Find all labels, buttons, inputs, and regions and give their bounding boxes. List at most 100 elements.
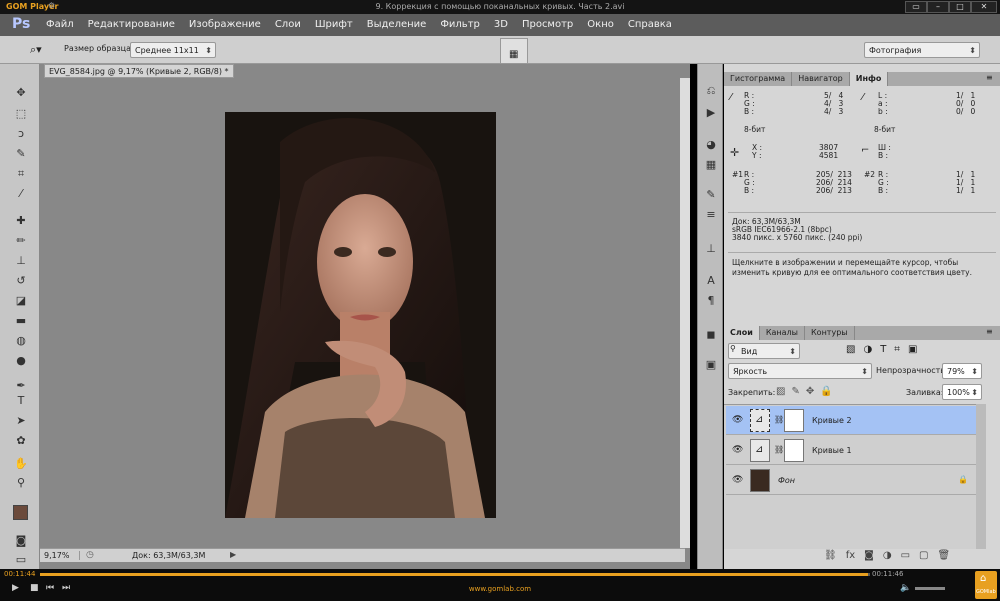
filter-smart-icon[interactable]: ▣ xyxy=(908,344,917,355)
tab-navigator[interactable]: Навигатор xyxy=(792,72,850,86)
eyedropper-preset-icon[interactable]: ⌕▾ xyxy=(30,43,42,57)
gomlab-url[interactable]: www.gomlab.com xyxy=(0,585,1000,593)
layer-mask-thumb[interactable] xyxy=(784,439,804,462)
marquee-tool-icon[interactable]: ⬚ xyxy=(13,107,29,121)
layer-filter-select[interactable]: Вид xyxy=(728,343,800,359)
menu-type[interactable]: Шрифт xyxy=(315,19,353,30)
delete-layer-icon[interactable]: 🗑 xyxy=(938,550,951,561)
volume-slider[interactable] xyxy=(915,587,945,590)
actions-panel-icon[interactable]: ▶ xyxy=(703,106,719,120)
gradient-tool-icon[interactable]: ▬ xyxy=(13,314,29,328)
layer-mask-thumb[interactable] xyxy=(784,409,804,432)
menu-file[interactable]: Файл xyxy=(46,19,74,30)
visibility-eye-icon[interactable]: 👁 xyxy=(732,445,743,455)
volume-icon[interactable]: 🔈 xyxy=(900,583,911,593)
visibility-eye-icon[interactable]: 👁 xyxy=(732,475,743,485)
sample-size-select[interactable]: Среднее 11х11 xyxy=(130,42,216,58)
history-panel-icon[interactable]: ⎌ xyxy=(703,84,719,98)
new-layer-icon[interactable]: ▢ xyxy=(919,550,928,561)
brush-tool-icon[interactable]: ✏ xyxy=(13,234,29,248)
menu-layers[interactable]: Слои xyxy=(275,19,301,30)
hand-tool-icon[interactable]: ✋ xyxy=(13,457,29,471)
adjustments-panel-icon[interactable]: ≡ xyxy=(703,208,719,222)
path-select-tool-icon[interactable]: ➤ xyxy=(13,414,29,428)
layer-row[interactable]: 👁 ⊿ ⛓ Кривые 2 xyxy=(726,406,976,435)
filter-shape-icon[interactable]: ⌗ xyxy=(894,344,900,355)
menu-window[interactable]: Окно xyxy=(587,19,614,30)
lock-all-icon[interactable]: 🔒 xyxy=(820,386,832,397)
dodge-tool-icon[interactable]: ● xyxy=(13,354,29,368)
quick-select-tool-icon[interactable]: ✎ xyxy=(13,147,29,161)
swatches-panel-icon[interactable]: ▦ xyxy=(703,158,719,172)
lock-transparent-icon[interactable]: ▨ xyxy=(776,386,785,397)
menu-select[interactable]: Выделение xyxy=(367,19,427,30)
color-panel-icon[interactable]: ◕ xyxy=(703,138,719,152)
adjustment-layer-icon[interactable]: ◑ xyxy=(883,550,892,561)
zoom-tool-icon[interactable]: ⚲ xyxy=(13,476,29,490)
menu-image[interactable]: Изображение xyxy=(189,19,261,30)
document-tab[interactable]: EVG_8584.jpg @ 9,17% (Кривые 2, RGB/8) * xyxy=(44,64,234,78)
minimize-button[interactable]: – xyxy=(927,1,949,13)
layer-name[interactable]: Фон xyxy=(778,476,795,485)
maximize-button[interactable]: □ xyxy=(949,1,971,13)
history-brush-icon[interactable]: ↺ xyxy=(13,274,29,288)
filter-type-icon[interactable]: T xyxy=(880,344,886,355)
workspace-select[interactable]: Фотография xyxy=(864,42,980,58)
opacity-input[interactable]: 79% xyxy=(942,363,982,379)
brush-presets-icon[interactable]: ✎ xyxy=(703,188,719,202)
pen-tool-icon[interactable]: ✒ xyxy=(13,379,29,393)
status-options-icon[interactable]: ◷ xyxy=(86,550,94,560)
visibility-eye-icon[interactable]: 👁 xyxy=(732,415,743,425)
layers-scrollbar[interactable] xyxy=(976,404,986,549)
close-button[interactable]: ✕ xyxy=(971,1,997,13)
gomlab-home-button[interactable]: ⌂ GOMlab xyxy=(975,571,997,599)
zoom-level[interactable]: 9,17% xyxy=(44,551,80,560)
pin-button[interactable]: ▭ xyxy=(905,1,927,13)
clone-source-icon[interactable]: ⊥ xyxy=(703,242,719,256)
menu-3d[interactable]: 3D xyxy=(494,19,508,30)
blend-mode-select[interactable]: Яркость xyxy=(728,363,872,379)
menu-help[interactable]: Справка xyxy=(628,19,672,30)
document-vertical-scrollbar[interactable] xyxy=(680,78,690,548)
filter-pixel-icon[interactable]: ▧ xyxy=(846,344,855,355)
tab-layers[interactable]: Слои xyxy=(724,326,760,340)
foreground-color-swatch[interactable] xyxy=(13,505,28,520)
fx-icon[interactable]: fx xyxy=(846,550,855,561)
layers-panel-menu-icon[interactable]: ≡ xyxy=(986,327,993,336)
lock-pixels-icon[interactable]: ✎ xyxy=(791,386,799,397)
new-group-icon[interactable]: ▭ xyxy=(901,550,910,561)
notes-panel-icon[interactable]: ▣ xyxy=(703,358,719,372)
tab-paths[interactable]: Контуры xyxy=(805,326,855,340)
quick-mask-icon[interactable]: ◙ xyxy=(13,534,29,548)
paragraph-panel-icon[interactable]: ¶ xyxy=(703,294,719,308)
character-panel-icon[interactable]: A xyxy=(703,274,719,288)
tab-info[interactable]: Инфо xyxy=(849,72,889,86)
mini-panel[interactable]: ▦ xyxy=(500,38,528,64)
seek-bar[interactable] xyxy=(40,573,870,576)
fill-input[interactable]: 100% xyxy=(942,384,982,400)
tab-channels[interactable]: Каналы xyxy=(760,326,805,340)
image-canvas[interactable] xyxy=(225,112,496,518)
status-menu-arrow-icon[interactable]: ▶ xyxy=(230,550,236,559)
menu-edit[interactable]: Редактирование xyxy=(88,19,175,30)
layer-row[interactable]: 👁 ⊿ ⛓ Кривые 1 xyxy=(726,436,976,465)
layer-row[interactable]: 👁 Фон 🔒 xyxy=(726,466,976,495)
menu-view[interactable]: Просмотр xyxy=(522,19,573,30)
properties-panel-icon[interactable]: ◼ xyxy=(703,328,719,342)
layer-name[interactable]: Кривые 2 xyxy=(812,416,852,425)
lock-position-icon[interactable]: ✥ xyxy=(806,386,814,397)
tab-histogram[interactable]: Гистограмма xyxy=(724,72,793,86)
healing-brush-icon[interactable]: ✚ xyxy=(13,214,29,228)
menu-filter[interactable]: Фильтр xyxy=(440,19,480,30)
type-tool-icon[interactable]: T xyxy=(13,394,29,408)
blur-tool-icon[interactable]: ◍ xyxy=(13,334,29,348)
eraser-tool-icon[interactable]: ◪ xyxy=(13,294,29,308)
screen-mode-icon[interactable]: ▭ xyxy=(13,553,29,567)
filter-adjustment-icon[interactable]: ◑ xyxy=(863,344,872,355)
crop-tool-icon[interactable]: ⌗ xyxy=(13,167,29,181)
add-mask-icon[interactable]: ◙ xyxy=(864,550,874,561)
shape-tool-icon[interactable]: ✿ xyxy=(13,434,29,448)
link-layers-icon[interactable]: ⛓ xyxy=(824,550,837,561)
stamp-tool-icon[interactable]: ⊥ xyxy=(13,254,29,268)
layer-name[interactable]: Кривые 1 xyxy=(812,446,852,455)
